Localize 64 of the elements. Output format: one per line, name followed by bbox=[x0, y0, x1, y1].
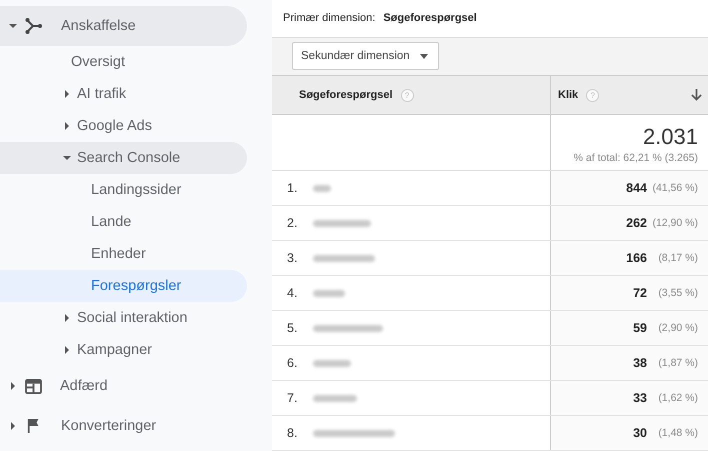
nav-item[interactable]: Search Console bbox=[0, 142, 247, 174]
nav-item[interactable]: Google Ads bbox=[0, 110, 247, 142]
nav-item[interactable]: Landingssider bbox=[0, 174, 247, 206]
row-number: 8. bbox=[287, 426, 298, 440]
primary-dimension-value: Søgeforespørgsel bbox=[383, 12, 477, 24]
nav-item[interactable]: Kampagner bbox=[0, 334, 247, 366]
clicks-share: (1,62 %) bbox=[657, 392, 698, 404]
clicks-share: (1,87 %) bbox=[657, 357, 698, 369]
clicks-share: (2,90 %) bbox=[657, 322, 698, 334]
caret-icon bbox=[420, 54, 428, 59]
total-value: 2.031 bbox=[642, 124, 698, 150]
clicks-value: 166 bbox=[626, 251, 647, 265]
clicks-value: 844 bbox=[626, 181, 647, 195]
nav-item[interactable]: AI trafik bbox=[0, 78, 247, 110]
caret-icon bbox=[9, 22, 17, 30]
clicks-share: (1,48 %) bbox=[657, 427, 698, 439]
caret-icon bbox=[9, 422, 17, 430]
column-header[interactable]: Klik ? bbox=[551, 75, 708, 115]
nav-item[interactable]: Konverteringer bbox=[0, 406, 247, 446]
column-header[interactable]: Søgeforespørgsel ? bbox=[272, 75, 551, 115]
clicks-share: (3,55 %) bbox=[657, 287, 698, 299]
nav-item[interactable]: Forespørgsler bbox=[0, 270, 247, 302]
sort-down-icon[interactable] bbox=[691, 89, 702, 101]
row-number: 1. bbox=[287, 181, 298, 195]
blurred-text bbox=[313, 254, 375, 262]
primary-dimension-label: Primær dimension: bbox=[283, 12, 376, 24]
row-number: 7. bbox=[287, 391, 298, 405]
blurred-text bbox=[313, 360, 351, 366]
nav-item[interactable]: Enheder bbox=[0, 238, 247, 270]
row-number: 3. bbox=[287, 251, 298, 265]
clicks-share: (12,90 %) bbox=[652, 217, 698, 229]
total-share: % af total: 62,21 % (3.265) bbox=[574, 152, 698, 164]
row-number: 6. bbox=[287, 356, 298, 370]
clicks-value: 59 bbox=[633, 321, 647, 335]
nav-item[interactable]: Lande bbox=[0, 206, 247, 238]
blurred-text bbox=[313, 184, 331, 192]
caret-icon bbox=[9, 382, 17, 390]
blurred-text bbox=[313, 220, 371, 226]
clicks-value: 30 bbox=[633, 426, 647, 440]
caret-icon bbox=[63, 314, 71, 322]
caret-icon bbox=[63, 122, 71, 130]
nav-item[interactable]: Adfærd bbox=[0, 366, 247, 406]
caret-icon bbox=[63, 90, 71, 98]
caret-icon bbox=[63, 346, 71, 354]
nav-item[interactable]: Oversigt bbox=[0, 46, 247, 78]
clicks-value: 33 bbox=[633, 391, 647, 405]
clicks-value: 72 bbox=[633, 286, 647, 300]
nav-item[interactable]: Social interaktion bbox=[0, 302, 247, 334]
clicks-share: (8,17 %) bbox=[657, 252, 698, 264]
row-number: 4. bbox=[287, 286, 298, 300]
nav-item[interactable]: Anskaffelse bbox=[0, 6, 247, 46]
layout-icon bbox=[25, 378, 42, 394]
blurred-text bbox=[313, 394, 357, 402]
flag-icon bbox=[27, 418, 41, 434]
clicks-value: 38 bbox=[633, 356, 647, 370]
branch-icon bbox=[25, 17, 43, 35]
blurred-text bbox=[313, 290, 345, 296]
secondary-dimension-dropdown[interactable]: Sekundær dimension bbox=[292, 42, 439, 70]
caret-icon bbox=[63, 154, 71, 162]
blurred-text bbox=[313, 324, 383, 332]
clicks-value: 262 bbox=[626, 216, 647, 230]
clicks-share: (41,56 %) bbox=[652, 182, 698, 194]
row-number: 5. bbox=[287, 321, 298, 335]
row-number: 2. bbox=[287, 216, 298, 230]
